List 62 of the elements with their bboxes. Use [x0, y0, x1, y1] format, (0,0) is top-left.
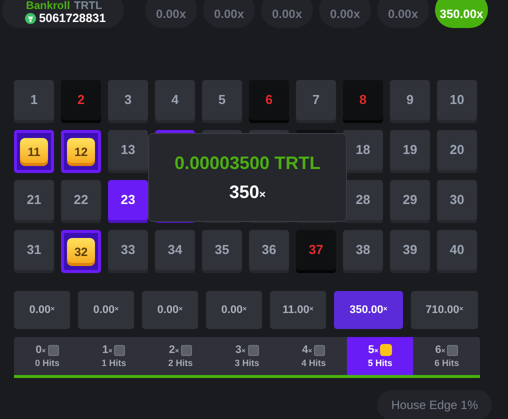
gem-icon: [248, 344, 259, 356]
number-tile[interactable]: 13: [108, 130, 148, 173]
history-multiplier: 0.00x: [261, 0, 313, 28]
gem-icon: [48, 344, 59, 356]
number-tile[interactable]: 6: [249, 80, 289, 123]
number-tile[interactable]: 39: [390, 230, 430, 273]
number-tile[interactable]: 19: [390, 130, 430, 173]
house-edge-label: House Edge 1%: [377, 390, 492, 419]
number-tile[interactable]: 9: [390, 80, 430, 123]
history-multiplier: 0.00x: [377, 0, 429, 28]
number-tile[interactable]: 36: [249, 230, 289, 273]
number-tile[interactable]: 5: [202, 80, 242, 123]
number-tile[interactable]: 31: [14, 230, 54, 273]
win-amount: 0.00003500 TRTL: [174, 152, 321, 174]
number-tile[interactable]: 11: [14, 130, 54, 173]
gem-icon: [447, 344, 458, 356]
gem-icon: [114, 344, 126, 356]
number-tile[interactable]: 8: [343, 80, 383, 123]
gem-icon: [181, 344, 192, 356]
hits-label: 3 Hits: [234, 358, 260, 368]
number-tile[interactable]: 35: [202, 230, 242, 273]
bankroll-label: Bankroll: [26, 0, 70, 12]
history-multiplier: 0.00x: [145, 0, 197, 28]
number-tile[interactable]: 3: [108, 80, 148, 123]
number-tile[interactable]: 23: [108, 180, 148, 223]
number-tile[interactable]: 21: [14, 180, 54, 223]
gem-icon: [314, 344, 326, 356]
hits-label: 1 Hits: [102, 358, 126, 368]
currency-label: TRTL: [74, 0, 102, 12]
number-tile[interactable]: 4: [155, 80, 195, 123]
number-tile[interactable]: 29: [390, 180, 430, 223]
hits-label: 5 Hits: [368, 359, 392, 368]
gem-number: 12: [67, 138, 95, 166]
gem-icon: [380, 344, 392, 356]
number-tile[interactable]: 18: [343, 130, 383, 173]
history-multiplier: 350.00x: [435, 0, 488, 28]
number-tile[interactable]: 38: [343, 230, 383, 273]
number-tile[interactable]: 20: [437, 130, 477, 173]
number-tile[interactable]: 22: [61, 180, 101, 223]
number-tile[interactable]: 1: [14, 80, 54, 123]
history-multiplier: 0.00x: [203, 0, 255, 28]
coin-icon: [25, 13, 36, 24]
number-tile[interactable]: 10: [437, 80, 477, 123]
number-tile[interactable]: 30: [437, 180, 477, 223]
number-tile[interactable]: 7: [296, 80, 336, 123]
gem-number: 11: [20, 138, 48, 166]
hits-label: 2 Hits: [168, 358, 193, 368]
gem-number: 32: [67, 238, 95, 266]
hits-label: 0 Hits: [35, 358, 60, 368]
number-tile[interactable]: 40: [437, 230, 477, 273]
number-tile[interactable]: 37: [296, 230, 336, 273]
number-tile[interactable]: 2: [61, 80, 101, 123]
hits-label: 6 Hits: [434, 358, 460, 368]
history-multiplier: 0.00x: [319, 0, 371, 28]
bankroll-amount: 5061728831: [39, 12, 106, 25]
number-tile[interactable]: 12: [61, 130, 101, 173]
win-multiplier: 350×: [229, 180, 266, 204]
number-tile[interactable]: 32: [61, 230, 101, 273]
number-tile[interactable]: 34: [155, 230, 195, 273]
number-tile[interactable]: 28: [343, 180, 383, 223]
number-tile[interactable]: 33: [108, 230, 148, 273]
hits-label: 4 Hits: [301, 358, 326, 368]
